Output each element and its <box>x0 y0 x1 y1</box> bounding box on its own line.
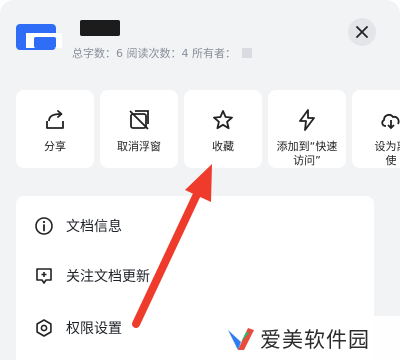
permission-settings-label: 权限设置 <box>66 321 122 337</box>
follow-update-icon <box>36 268 52 284</box>
cancel-floating-window-icon <box>129 110 149 130</box>
cancel-floating-window-label: 取消浮窗 <box>117 140 161 153</box>
set-offline-label: 设为离 使 <box>374 140 400 167</box>
cancel-floating-window-button[interactable]: 取消浮窗 <box>100 90 178 168</box>
favorite-button[interactable]: 收藏 <box>184 90 262 168</box>
list-item-document-info[interactable]: 文档信息 <box>16 204 374 248</box>
info-icon <box>35 217 53 235</box>
add-to-quick-access-label: 添加到“快速 访问” <box>276 140 338 167</box>
lightning-icon <box>299 109 315 131</box>
quick-actions: 分享 取消浮窗 收藏 添加到“快速 访问” 设为 使 <box>16 90 400 168</box>
document-title-redacted <box>80 20 120 36</box>
document-meta: 总字数：6 阅读次数：4 所有者： <box>72 45 252 61</box>
star-icon <box>213 110 233 130</box>
site-watermark: 爱美软件园 <box>224 316 400 360</box>
share-label: 分享 <box>44 140 66 153</box>
settings-gear-icon <box>36 319 52 337</box>
follow-updates-label: 关注文档更新 <box>66 269 150 285</box>
share-button[interactable]: 分享 <box>16 90 94 168</box>
favorite-label: 收藏 <box>212 140 234 153</box>
document-type-icon <box>16 24 62 50</box>
list-item-follow-updates[interactable]: 关注文档更新 <box>16 254 374 298</box>
owner-avatar <box>242 48 252 58</box>
share-icon <box>46 110 64 129</box>
document-header: 总字数：6 阅读次数：4 所有者： <box>0 0 400 78</box>
offline-icon <box>381 113 400 130</box>
document-meta-text: 总字数：6 阅读次数：4 所有者： <box>72 47 236 60</box>
set-offline-button[interactable]: 设为离 使 <box>352 90 400 168</box>
watermark-text: 爱美软件园 <box>260 328 370 352</box>
close-icon <box>356 26 368 38</box>
document-menu-sheet: 总字数：6 阅读次数：4 所有者： 分享 取消浮窗 收藏 添加到“快速 访问” … <box>0 0 400 360</box>
document-info-label: 文档信息 <box>66 219 122 235</box>
watermark-logo-icon <box>228 328 254 350</box>
add-to-quick-access-button[interactable]: 添加到“快速 访问” <box>268 90 346 168</box>
close-button[interactable] <box>348 18 376 46</box>
